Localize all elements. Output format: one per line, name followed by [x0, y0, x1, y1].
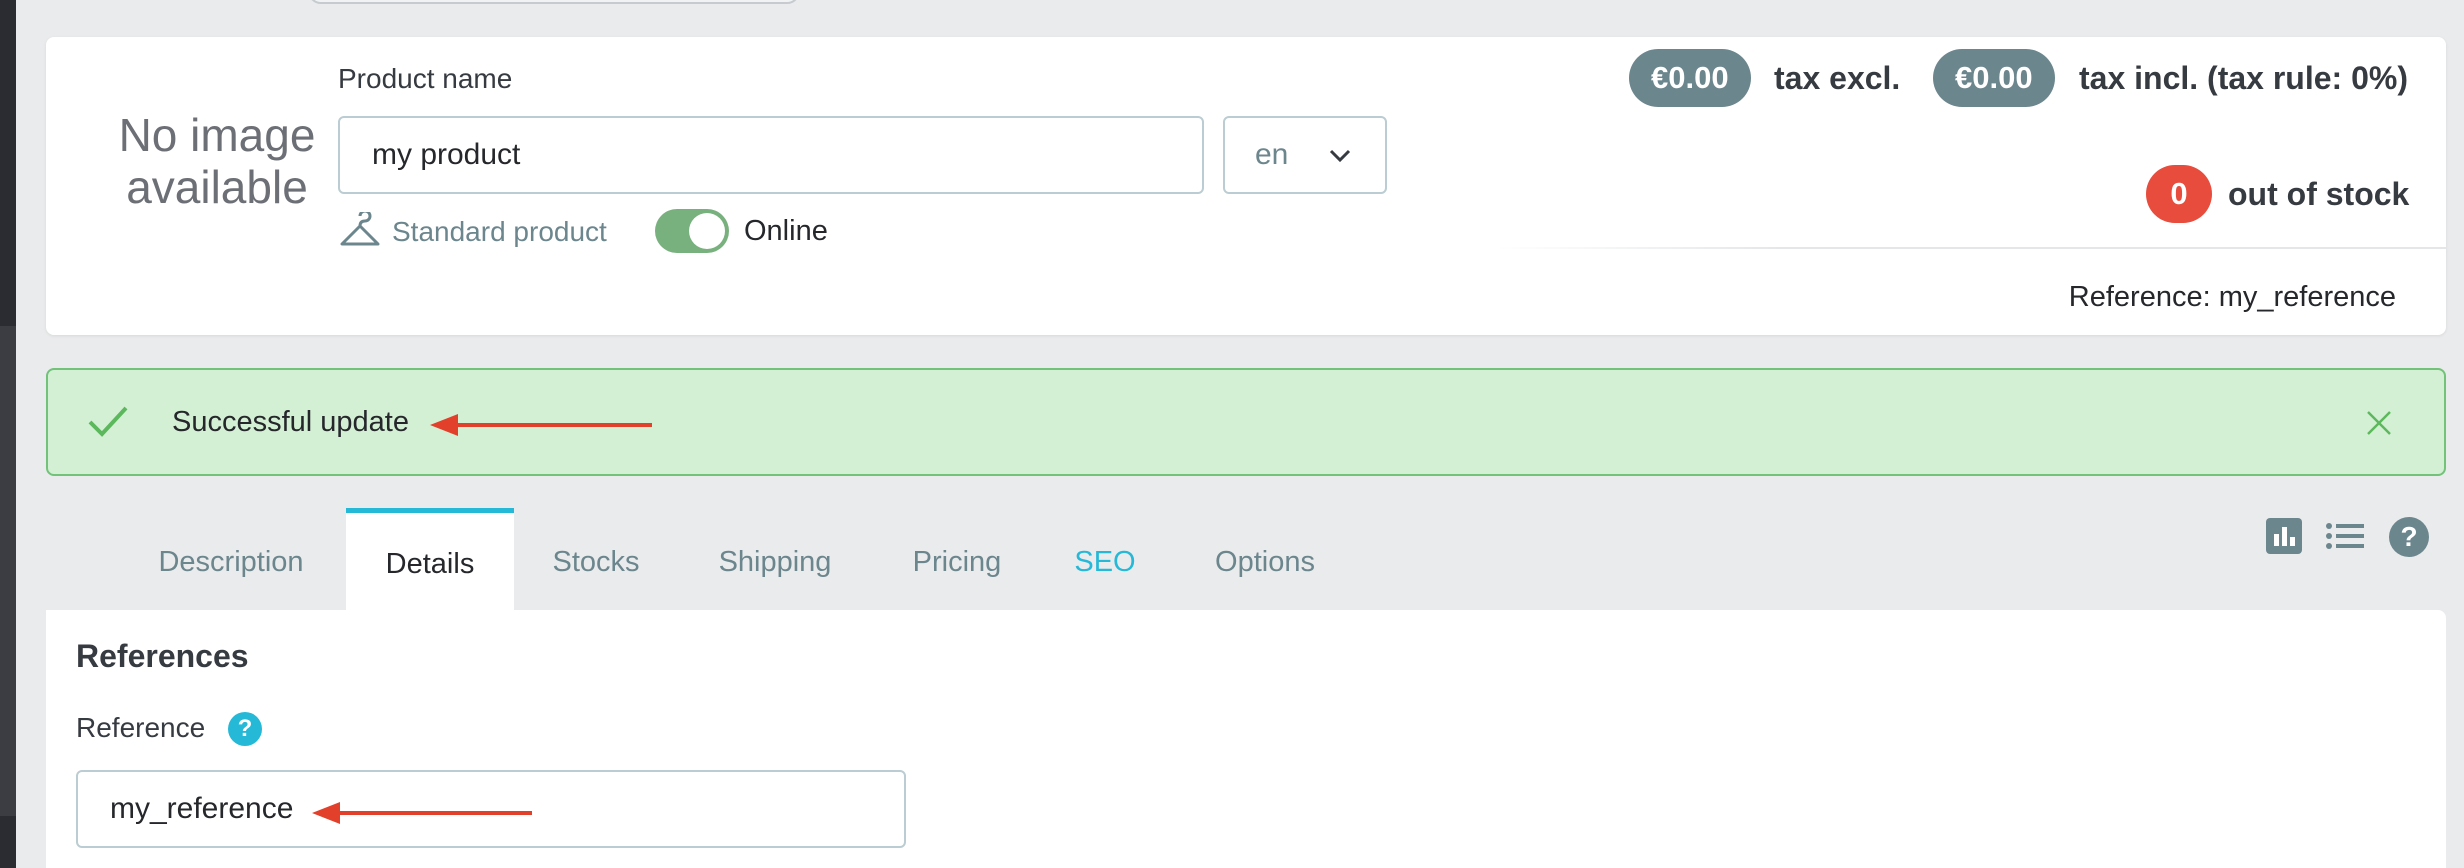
tab-options[interactable]: Options [1200, 508, 1330, 610]
tab-details[interactable]: Details [346, 508, 514, 610]
stock-count-badge: 0 [2146, 165, 2212, 223]
top-search-field[interactable] [308, 0, 800, 4]
tab-pricing[interactable]: Pricing [896, 508, 1018, 610]
stats-icon[interactable] [2266, 518, 2302, 554]
annotation-arrow-reference [312, 802, 532, 824]
tab-description[interactable]: Description [130, 508, 332, 610]
price-tax-excl-badge: €0.00 [1629, 49, 1751, 107]
stock-status-label: out of stock [2228, 176, 2410, 212]
hanger-icon [340, 212, 380, 246]
product-name-input[interactable]: my product [338, 116, 1204, 194]
chevron-down-icon [1329, 149, 1351, 163]
price-tax-incl-badge: €0.00 [1933, 49, 2055, 107]
product-header-card: No image available Product name my produ… [46, 37, 2446, 335]
product-name-label: Product name [338, 63, 513, 94]
svg-text:?: ? [2400, 521, 2417, 552]
reference-help-icon[interactable]: ? [228, 712, 262, 746]
tax-incl-label: tax incl. (tax rule: 0%) [2079, 60, 2408, 96]
header-reference: Reference: my_reference [2068, 281, 2396, 313]
product-type-selector[interactable]: Standard product [338, 211, 607, 253]
tab-stocks[interactable]: Stocks [540, 508, 652, 610]
no-image-placeholder: No image available [118, 109, 316, 213]
tab-shipping[interactable]: Shipping [700, 508, 850, 610]
online-label: Online [744, 215, 828, 247]
close-icon[interactable] [2366, 410, 2392, 436]
reference-label: Reference [76, 712, 206, 743]
language-select[interactable]: en [1223, 116, 1387, 194]
alert-message: Successful update [172, 406, 409, 438]
tax-excl-label: tax excl. [1774, 60, 1901, 96]
help-icon[interactable]: ? [2388, 516, 2430, 558]
list-icon[interactable] [2326, 522, 2364, 550]
header-divider [1496, 247, 2446, 249]
online-toggle[interactable] [655, 209, 729, 253]
language-value: en [1255, 138, 1289, 171]
section-title-references: References [76, 638, 249, 674]
checkmark-icon [88, 406, 128, 437]
tab-seo[interactable]: SEO [1070, 508, 1140, 610]
left-sidebar-edge [0, 0, 16, 868]
annotation-arrow-alert [430, 414, 652, 436]
product-type-label: Standard product [392, 216, 607, 247]
success-alert: Successful update [46, 368, 2446, 476]
